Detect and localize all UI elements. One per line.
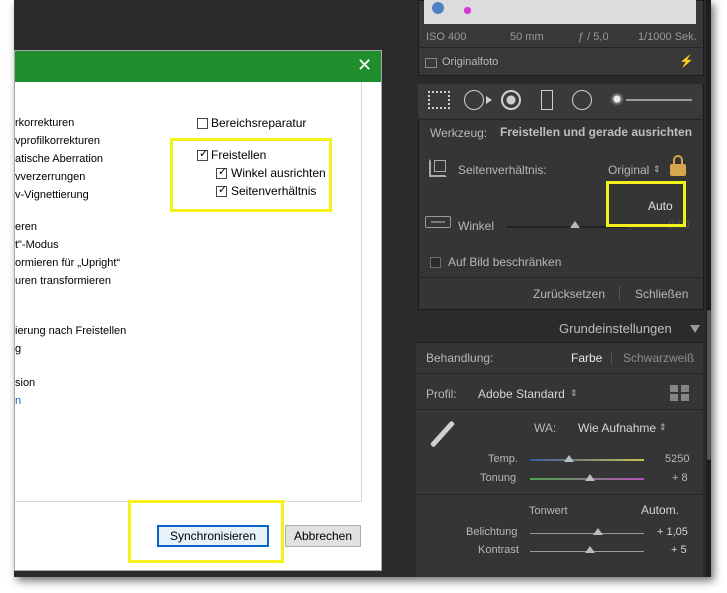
dialog-titlebar[interactable] [15,51,381,82]
aspect-dropdown[interactable]: Original [608,163,649,177]
list-item-link[interactable]: n [15,395,21,407]
list-item[interactable]: ierung nach Freistellen [15,325,126,337]
treatment-label: Behandlung: [426,351,494,365]
divider [416,409,703,410]
contrast-value[interactable]: + 5 [671,544,687,556]
exposure-value[interactable]: + 1,05 [657,526,688,538]
wb-arrows-icon: ⇕ [659,422,667,432]
highlight-freistellen [170,138,332,212]
exposure-label: Belichtung [466,526,518,538]
histogram-magenta-mark [464,7,471,14]
reset-button[interactable]: Zurücksetzen [533,287,605,301]
iso-value: ISO 400 [426,31,467,43]
shutter-value: 1/1000 Sek. [638,31,697,43]
tool-strip [418,84,702,118]
list-item[interactable]: atische Aberration [15,153,103,165]
profile-grid-icon[interactable] [670,385,690,402]
highlight-auto [606,181,686,227]
list-item[interactable]: vverzerrungen [15,171,85,183]
list-item[interactable]: t"-Modus [15,239,59,251]
wb-label: WA: [534,421,557,435]
padlock-icon[interactable] [670,155,688,177]
temp-slider-knob[interactable] [564,455,574,462]
treatment-bw-option[interactable]: Schwarzweiß [623,351,694,365]
treatment-color-option[interactable]: Farbe [571,351,602,365]
tint-label: Tonung [480,472,517,484]
eyedropper-icon[interactable] [426,418,458,450]
close-crop-button[interactable]: Schließen [635,287,688,301]
adjustment-brush-icon[interactable] [610,92,624,106]
panel-scrollbar[interactable] [706,0,711,577]
tool-name: Freistellen und gerade ausrichten [500,125,693,139]
list-item[interactable]: v-Vignettierung [15,189,89,201]
tool-label: Werkzeug: [430,126,488,140]
temp-slider-track[interactable] [530,459,644,461]
profile-label: Profil: [426,387,457,401]
angle-label: Winkel [458,219,495,233]
close-icon[interactable]: ✕ [357,55,372,75]
crop-overlay-icon[interactable] [428,91,450,109]
screenshot-frame: ISO 400 50 mm ƒ / 5,0 1/1000 Sek. Origin… [14,0,711,577]
constrain-checkbox[interactable] [430,257,441,268]
spot-removal-icon[interactable] [464,90,484,110]
bereich-checkbox[interactable] [197,118,208,129]
profile-arrows-icon: ⇕ [570,388,578,398]
tone-auto-button[interactable]: Autom. [641,503,679,517]
wb-dropdown[interactable]: Wie Aufnahme [578,421,656,435]
dropdown-arrows-icon: ⇕ [653,164,661,174]
graduated-filter-icon[interactable] [541,90,553,110]
divider [418,47,702,48]
list-item[interactable]: g [15,343,21,355]
list-item[interactable]: ormieren für „Upright“ [15,257,120,269]
contrast-label: Kontrast [478,544,519,556]
list-item[interactable]: eren [15,221,37,233]
highlight-sync [128,500,284,563]
exposure-slider-knob[interactable] [593,528,603,535]
angle-slider-knob[interactable] [570,221,580,228]
list-item[interactable]: vprofilkorrekturen [15,135,100,147]
button-divider [619,286,620,300]
basic-section-title[interactable]: Grundeinstellungen [559,321,672,336]
divider [416,494,703,495]
cancel-button[interactable]: Abbrechen [285,525,361,547]
profile-dropdown[interactable]: Adobe Standard [478,387,565,401]
contrast-slider-knob[interactable] [585,546,595,553]
tint-value[interactable]: + 8 [672,472,688,484]
panel-scrollbar-thumb[interactable] [707,310,711,460]
temp-label: Temp. [488,453,518,465]
red-eye-icon[interactable] [501,90,521,110]
original-checkbox[interactable] [425,58,437,68]
bereich-label: Bereichsreparatur [211,116,307,130]
sync-settings-dialog: ✕ rkorrekturen vprofilkorrekturen atisch… [14,50,382,571]
exposure-slider-track[interactable] [530,533,644,534]
temp-value[interactable]: 5250 [665,453,689,465]
histogram-thumbnail [424,0,696,24]
divider [418,277,702,278]
divider [418,119,702,120]
crop-frame-inner-icon [434,160,446,172]
list-item[interactable]: uren transformieren [15,275,111,287]
tone-label: Tonwert [529,505,568,517]
level-icon[interactable] [425,216,451,228]
list-item[interactable]: sion [15,377,35,389]
radial-filter-icon[interactable] [572,90,592,110]
constrain-label: Auf Bild beschränken [448,255,562,269]
list-item[interactable]: rkorrekturen [15,117,74,129]
brush-size-line [626,99,692,101]
divider [416,373,703,374]
arrow-right-icon [486,96,492,104]
treatment-divider [611,352,612,364]
focal-length-value: 50 mm [510,31,544,43]
tint-slider-knob[interactable] [585,474,595,481]
original-photo-label: Originalfoto [442,56,499,68]
collapse-triangle-icon[interactable] [690,325,700,333]
aperture-value: ƒ / 5,0 [578,31,609,43]
lightning-icon[interactable]: ⚡ [679,54,694,68]
histogram-blue-mark [432,2,444,14]
aspect-label: Seitenverhältnis: [458,163,547,177]
